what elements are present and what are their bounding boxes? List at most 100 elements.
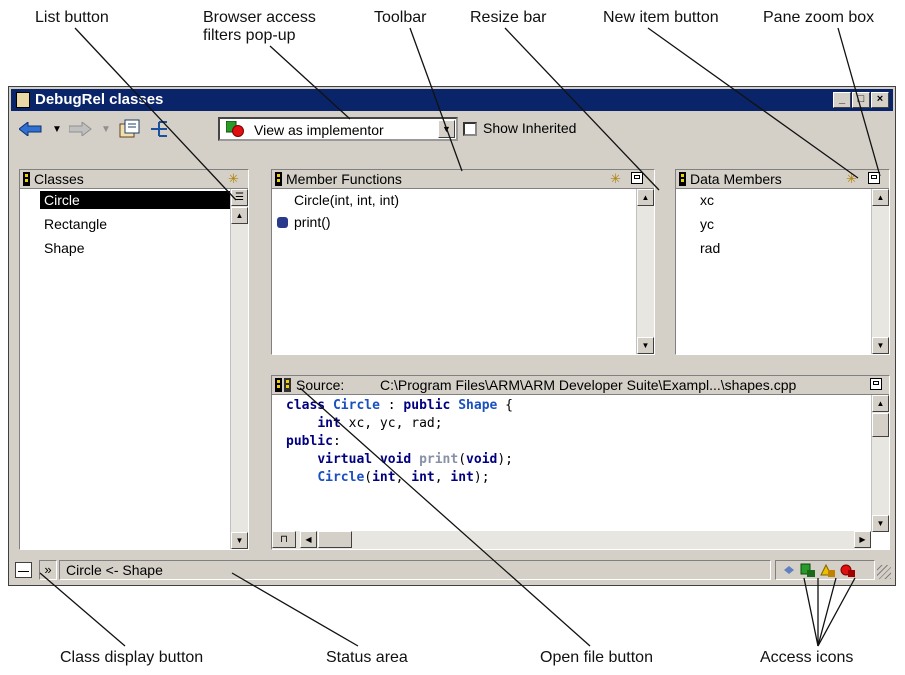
back-dropdown-icon[interactable]: ▼ (52, 120, 62, 140)
callout-class-display-button: Class display button (60, 649, 204, 666)
source-line: class Circle : public Shape { (286, 398, 514, 413)
callout-access-icons: Access icons (760, 649, 854, 666)
title-bar[interactable]: DebugRel classes _ □ × (11, 89, 893, 111)
source-file-icon (284, 378, 291, 392)
data-member-item[interactable]: rad (700, 239, 720, 257)
private-access-icon[interactable] (820, 563, 836, 578)
virtual-method-icon (277, 217, 288, 228)
classes-pane-header: Classes ✳ (20, 170, 248, 189)
scroll-up-button[interactable]: ▲ (872, 395, 889, 412)
scroll-down-button[interactable]: ▼ (637, 337, 654, 354)
pane-marker-icon (679, 172, 686, 186)
access-filter-value: View as implementor (254, 122, 384, 138)
scroll-down-button[interactable]: ▼ (231, 532, 248, 549)
source-line: public: (286, 434, 341, 449)
pane-zoom-icon[interactable] (870, 378, 882, 390)
resize-grip-icon[interactable] (877, 565, 891, 579)
scroll-left-button[interactable]: ◀ (300, 531, 317, 548)
new-item-icon[interactable]: ✳ (846, 171, 857, 187)
callout-pane-zoom-box: Pane zoom box (763, 9, 875, 26)
new-item-icon[interactable]: ✳ (228, 171, 239, 187)
scroll-down-button[interactable]: ▼ (872, 515, 889, 532)
show-inherited-label: Show Inherited (483, 120, 577, 136)
callout-toolbar: Toolbar (374, 9, 427, 26)
restricted-access-icon[interactable] (840, 563, 856, 578)
class-item-rectangle[interactable]: Rectangle (44, 215, 107, 233)
callout-resize-bar: Resize bar (470, 9, 547, 26)
member-function-item[interactable]: Circle(int, int, int) (294, 191, 399, 209)
data-member-item[interactable]: xc (700, 191, 714, 209)
source-pane-header: Source: C:\Program Files\ARM\ARM Develop… (272, 376, 889, 395)
source-path: C:\Program Files\ARM\ARM Developer Suite… (380, 377, 797, 393)
classes-pane-title: Classes (34, 171, 84, 187)
access-icons-area (775, 560, 875, 580)
scroll-down-button[interactable]: ▼ (872, 337, 889, 354)
toolbar: ▼ ▼ View as implementor ▼ Show Inherited (11, 114, 893, 144)
member-functions-header: Member Functions ✳ (272, 170, 654, 189)
source-line: int xc, yc, rad; (317, 416, 443, 431)
class-browser-window: DebugRel classes _ □ × ▼ ▼ View as imple… (8, 86, 896, 586)
class-item-shape[interactable]: Shape (44, 239, 84, 257)
show-inherited-checkbox[interactable] (463, 122, 477, 136)
member-functions-pane: Member Functions ✳ Circle(int, int, int)… (271, 169, 655, 355)
scroll-up-button[interactable]: ▲ (231, 207, 248, 224)
class-list-icon[interactable] (119, 119, 141, 139)
callout-access-filters-line2: filters pop-up (203, 27, 296, 44)
chevron-down-icon[interactable]: ▼ (438, 120, 455, 138)
pane-zoom-icon[interactable] (631, 172, 643, 184)
pane-zoom-icon[interactable] (868, 172, 880, 184)
data-members-pane: Data Members ✳ xc yc rad ▲ ▼ (675, 169, 890, 355)
hierarchy-icon[interactable] (149, 119, 171, 139)
open-file-button[interactable]: ⊓ (272, 531, 296, 548)
callout-access-filters: Browser access (203, 9, 316, 26)
new-item-icon[interactable]: ✳ (610, 171, 621, 187)
public-access-icon[interactable] (782, 564, 796, 578)
status-text: Circle <- Shape (66, 562, 163, 578)
pane-marker-icon (23, 172, 30, 186)
source-scrollbar[interactable]: ▲ ▼ (871, 395, 889, 532)
source-label: Source: (296, 377, 345, 393)
member-function-item[interactable]: print() (294, 213, 331, 231)
source-line: virtual void print(void); (317, 452, 514, 467)
status-area: Circle <- Shape (59, 560, 771, 580)
callout-status-area: Status area (326, 649, 408, 666)
source-hscrollbar[interactable]: ⊓ ◀ ▶ (272, 531, 871, 549)
hscroll-thumb[interactable] (318, 531, 352, 548)
data-members-scrollbar[interactable]: ▲ ▼ (871, 189, 889, 354)
window-icon (16, 92, 30, 108)
classes-pane: Classes ✳ Circle Rectangle Shape ☰ ▲ ▼ (19, 169, 249, 550)
pane-marker-icon (275, 172, 282, 186)
list-button[interactable]: ☰ (231, 189, 248, 206)
back-arrow-icon[interactable] (19, 122, 47, 136)
callout-new-item-button: New item button (603, 9, 719, 26)
scroll-right-button[interactable]: ▶ (854, 531, 871, 548)
member-functions-scrollbar[interactable]: ▲ ▼ (636, 189, 654, 354)
member-functions-title: Member Functions (286, 171, 402, 187)
class-item-circle[interactable]: Circle (40, 191, 236, 209)
protected-access-icon[interactable] (800, 563, 816, 578)
minimize-button[interactable]: _ (833, 92, 851, 108)
forward-dropdown-icon[interactable]: ▼ (101, 120, 111, 140)
window-title: DebugRel classes (35, 91, 164, 108)
source-line: Circle(int, int, int); (317, 470, 490, 485)
classes-scrollbar[interactable]: ☰ ▲ ▼ (230, 189, 248, 549)
scroll-up-button[interactable]: ▲ (637, 189, 654, 206)
scroll-up-button[interactable]: ▲ (872, 189, 889, 206)
pane-marker-icon (275, 378, 282, 392)
callout-list-button: List button (35, 9, 109, 26)
source-pane: Source: C:\Program Files\ARM\ARM Develop… (271, 375, 890, 550)
scroll-thumb[interactable] (872, 413, 889, 437)
data-member-item[interactable]: yc (700, 215, 714, 233)
access-filter-icon (226, 121, 244, 137)
expand-status-button[interactable]: » (39, 560, 57, 580)
data-members-header: Data Members ✳ (676, 170, 889, 189)
maximize-button[interactable]: □ (852, 92, 870, 108)
forward-arrow-icon[interactable] (69, 122, 97, 136)
class-display-icon (18, 571, 29, 572)
class-display-button[interactable] (15, 562, 32, 578)
callout-open-file-button: Open file button (540, 649, 653, 666)
close-button[interactable]: × (871, 92, 889, 108)
data-members-title: Data Members (690, 171, 782, 187)
resize-bar[interactable] (656, 169, 674, 355)
access-filter-dropdown[interactable]: View as implementor ▼ (218, 117, 458, 141)
